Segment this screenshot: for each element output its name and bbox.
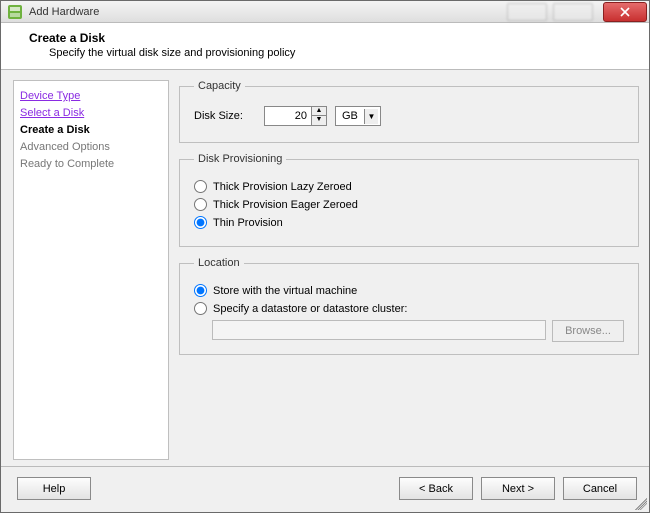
prov-label-thin: Thin Provision xyxy=(213,217,283,229)
close-icon xyxy=(620,7,630,17)
disk-size-input[interactable] xyxy=(265,107,311,125)
background-blur xyxy=(507,3,603,21)
resize-grip[interactable] xyxy=(635,498,647,510)
prov-radio-eager[interactable] xyxy=(194,198,207,211)
prov-option-eager[interactable]: Thick Provision Eager Zeroed xyxy=(194,198,624,211)
prov-option-thin[interactable]: Thin Provision xyxy=(194,216,624,229)
step-device-type[interactable]: Device Type xyxy=(20,90,80,102)
back-button[interactable]: < Back xyxy=(399,477,473,500)
disk-size-spinner[interactable]: ▲ ▼ xyxy=(264,106,327,126)
loc-label-with-vm: Store with the virtual machine xyxy=(213,285,357,297)
disk-size-label: Disk Size: xyxy=(194,110,256,122)
wizard-body: Device Type Select a Disk Create a Disk … xyxy=(1,70,649,466)
prov-option-lazy[interactable]: Thick Provision Lazy Zeroed xyxy=(194,180,624,193)
loc-option-with-vm[interactable]: Store with the virtual machine xyxy=(194,284,624,297)
wizard-footer: Help < Back Next > Cancel xyxy=(1,466,649,512)
disk-size-unit-select[interactable]: GB ▼ xyxy=(335,106,381,126)
close-button[interactable] xyxy=(603,2,647,22)
provisioning-legend: Disk Provisioning xyxy=(194,153,286,165)
capacity-legend: Capacity xyxy=(194,80,245,92)
help-button[interactable]: Help xyxy=(17,477,91,500)
disk-size-unit-value: GB xyxy=(342,110,358,122)
chevron-down-icon: ▼ xyxy=(364,109,378,124)
step-ready-complete: Ready to Complete xyxy=(20,158,114,170)
app-icon xyxy=(7,4,23,20)
capacity-group: Capacity Disk Size: ▲ ▼ GB ▼ xyxy=(179,80,639,143)
loc-label-specify: Specify a datastore or datastore cluster… xyxy=(213,303,407,315)
browse-button: Browse... xyxy=(552,320,624,342)
datastore-path-input xyxy=(212,320,546,340)
wizard-content: Capacity Disk Size: ▲ ▼ GB ▼ xyxy=(179,80,639,460)
loc-option-specify[interactable]: Specify a datastore or datastore cluster… xyxy=(194,302,624,315)
location-legend: Location xyxy=(194,257,244,269)
spinner-down-icon[interactable]: ▼ xyxy=(312,116,326,125)
prov-radio-thin[interactable] xyxy=(194,216,207,229)
wizard-header: Create a Disk Specify the virtual disk s… xyxy=(1,23,649,70)
titlebar: Add Hardware xyxy=(1,1,649,23)
step-select-disk[interactable]: Select a Disk xyxy=(20,107,84,119)
wizard-steps: Device Type Select a Disk Create a Disk … xyxy=(13,80,169,460)
prov-label-lazy: Thick Provision Lazy Zeroed xyxy=(213,181,352,193)
step-advanced-options: Advanced Options xyxy=(20,141,110,153)
dialog-window: Add Hardware Create a Disk Specify the v… xyxy=(0,0,650,513)
prov-label-eager: Thick Provision Eager Zeroed xyxy=(213,199,358,211)
page-title: Create a Disk xyxy=(29,31,635,45)
step-create-disk: Create a Disk xyxy=(20,124,90,136)
page-subtitle: Specify the virtual disk size and provis… xyxy=(49,47,635,59)
loc-radio-specify[interactable] xyxy=(194,302,207,315)
next-button[interactable]: Next > xyxy=(481,477,555,500)
prov-radio-lazy[interactable] xyxy=(194,180,207,193)
cancel-button[interactable]: Cancel xyxy=(563,477,637,500)
loc-radio-with-vm[interactable] xyxy=(194,284,207,297)
disk-provisioning-group: Disk Provisioning Thick Provision Lazy Z… xyxy=(179,153,639,247)
spinner-up-icon[interactable]: ▲ xyxy=(312,107,326,116)
location-group: Location Store with the virtual machine … xyxy=(179,257,639,355)
window-title: Add Hardware xyxy=(29,6,507,18)
